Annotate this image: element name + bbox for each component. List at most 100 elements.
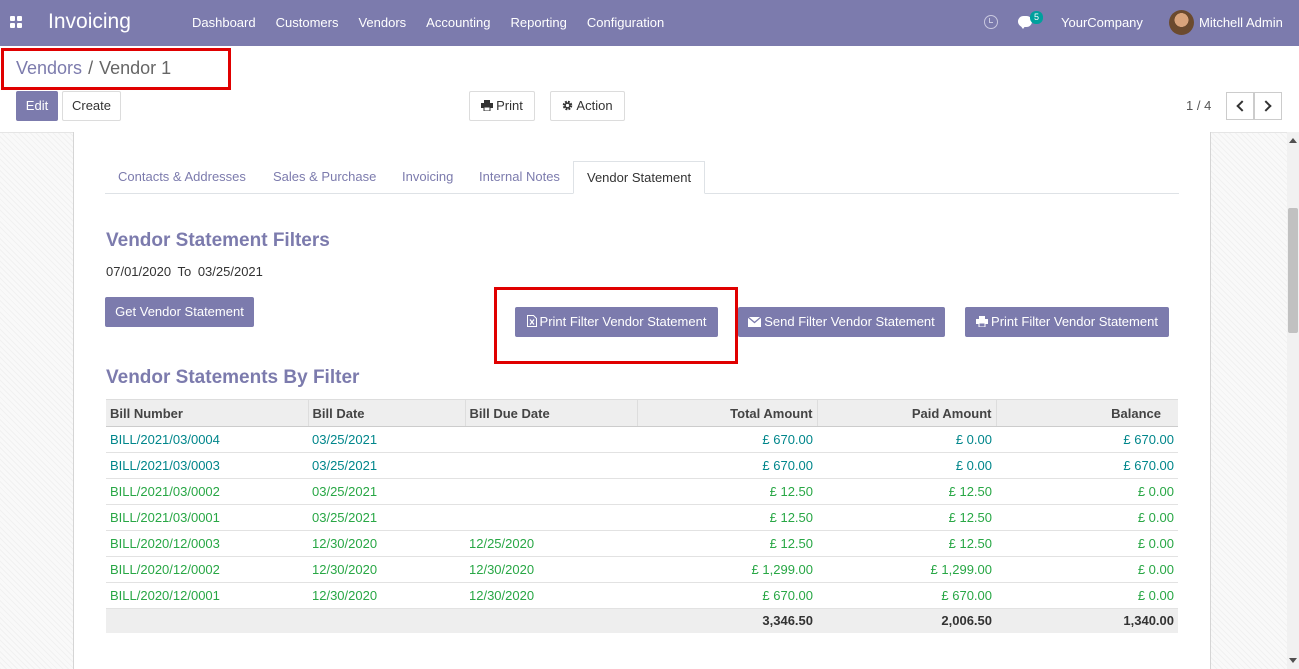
bill-date-cell: 03/25/2021	[308, 452, 465, 479]
action-label: Action	[576, 98, 613, 113]
balance-cell: £ 0.00	[996, 530, 1178, 557]
bill-due-date-cell: 12/25/2020	[465, 530, 637, 557]
top-navbar: Invoicing Dashboard Customers Vendors Ac…	[0, 0, 1299, 46]
bill-date-cell: 03/25/2021	[308, 426, 465, 453]
bill-due-date-cell	[465, 452, 637, 479]
totals-empty-cell	[465, 608, 637, 633]
chat-count-badge: 5	[1030, 11, 1044, 24]
bill-date-cell: 12/30/2020	[308, 530, 465, 557]
totals-empty-cell	[308, 608, 465, 633]
statements-section-title: Vendor Statements By Filter	[106, 367, 360, 388]
paid-amount-cell: £ 0.00	[817, 426, 996, 453]
bill-number-cell: BILL/2021/03/0001	[106, 504, 308, 531]
apps-menu-icon[interactable]	[10, 16, 22, 28]
balance-cell: £ 670.00	[996, 426, 1178, 453]
total-amount-cell: £ 670.00	[637, 582, 817, 609]
column-bill-number[interactable]: Bill Number	[106, 399, 309, 427]
breadcrumb-highlight-box	[1, 48, 231, 90]
activity-clock-icon[interactable]	[984, 15, 998, 29]
total-amount-sum: 3,346.50	[637, 608, 817, 633]
scroll-up-arrow-icon[interactable]	[1289, 138, 1297, 143]
tab-invoicing[interactable]: Invoicing	[389, 161, 466, 194]
menu-configuration[interactable]: Configuration	[577, 0, 674, 46]
bill-date-cell: 03/25/2021	[308, 504, 465, 531]
company-switcher[interactable]: YourCompany	[1061, 0, 1143, 46]
column-paid-amount[interactable]: Paid Amount	[817, 399, 997, 427]
chevron-right-icon	[1260, 100, 1272, 112]
table-row[interactable]: BILL/2020/12/0002 12/30/2020 12/30/2020 £ 1…	[106, 556, 1178, 583]
paid-amount-cell: £ 0.00	[817, 452, 996, 479]
totals-empty-cell	[106, 608, 308, 633]
menu-accounting[interactable]: Accounting	[416, 0, 500, 46]
bill-date-cell: 12/30/2020	[308, 556, 465, 583]
app-title[interactable]: Invoicing	[48, 10, 131, 34]
date-to-field[interactable]: 03/25/2021	[198, 264, 263, 279]
bill-due-date-cell: 12/30/2020	[465, 582, 637, 609]
total-amount-cell: £ 670.00	[637, 426, 817, 453]
paid-amount-cell: £ 12.50	[817, 478, 996, 505]
send-filter-statement-label: Send Filter Vendor Statement	[764, 314, 935, 329]
scroll-down-arrow-icon[interactable]	[1289, 658, 1297, 663]
bill-due-date-cell	[465, 504, 637, 531]
balance-sum: 1,340.00	[996, 608, 1178, 633]
bill-date-cell: 12/30/2020	[308, 582, 465, 609]
table-row[interactable]: BILL/2021/03/0002 03/25/2021 £ 12.50 £ 12.5…	[106, 478, 1178, 505]
tab-contacts-addresses[interactable]: Contacts & Addresses	[105, 161, 259, 194]
menu-customers[interactable]: Customers	[266, 0, 349, 46]
table-row[interactable]: BILL/2020/12/0003 12/30/2020 12/25/2020 £ 1…	[106, 530, 1178, 557]
paid-amount-cell: £ 670.00	[817, 582, 996, 609]
print-filter-pdf-button[interactable]: Print Filter Vendor Statement	[965, 307, 1169, 337]
menu-reporting[interactable]: Reporting	[501, 0, 577, 46]
date-from-field[interactable]: 07/01/2020	[106, 264, 171, 279]
pager-previous-button[interactable]	[1226, 92, 1254, 120]
table-row[interactable]: BILL/2021/03/0004 03/25/2021 £ 670.00 £ 0.0…	[106, 426, 1178, 453]
edit-button[interactable]: Edit	[16, 91, 58, 121]
table-row[interactable]: BILL/2021/03/0003 03/25/2021 £ 670.00 £ 0.0…	[106, 452, 1178, 479]
balance-cell: £ 0.00	[996, 504, 1178, 531]
chevron-left-icon	[1236, 100, 1248, 112]
print-dropdown-button[interactable]: Print	[469, 91, 535, 121]
envelope-icon	[748, 317, 762, 327]
balance-cell: £ 0.00	[996, 556, 1178, 583]
table-totals-row: 3,346.50 2,006.50 1,340.00	[106, 608, 1178, 633]
send-filter-statement-button[interactable]: Send Filter Vendor Statement	[738, 307, 945, 337]
total-amount-cell: £ 12.50	[637, 478, 817, 505]
menu-dashboard[interactable]: Dashboard	[182, 0, 266, 46]
column-balance[interactable]: Balance	[996, 399, 1178, 427]
menu-vendors[interactable]: Vendors	[348, 0, 416, 46]
print-button-highlight-box	[494, 287, 738, 364]
print-filter-pdf-label: Print Filter Vendor Statement	[991, 314, 1158, 329]
column-bill-due-date[interactable]: Bill Due Date	[465, 399, 638, 427]
bill-due-date-cell	[465, 426, 637, 453]
tab-vendor-statement[interactable]: Vendor Statement	[573, 161, 706, 194]
table-header-row: Bill Number Bill Date Bill Due Date Tota…	[106, 399, 1178, 427]
scrollbar-thumb[interactable]	[1288, 208, 1298, 333]
user-avatar[interactable]	[1169, 10, 1194, 35]
bill-number-cell: BILL/2021/03/0002	[106, 478, 308, 505]
table-row[interactable]: BILL/2021/03/0001 03/25/2021 £ 12.50 £ 12.5…	[106, 504, 1178, 531]
date-to-label: To	[177, 264, 192, 279]
print-icon	[481, 100, 494, 111]
date-range: 07/01/2020 To 03/25/2021	[106, 264, 266, 279]
total-amount-cell: £ 12.50	[637, 530, 817, 557]
paid-amount-cell: £ 1,299.00	[817, 556, 996, 583]
tab-internal-notes[interactable]: Internal Notes	[466, 161, 573, 194]
create-button[interactable]: Create	[62, 91, 121, 121]
tab-sales-purchase[interactable]: Sales & Purchase	[260, 161, 389, 194]
column-bill-date[interactable]: Bill Date	[308, 399, 466, 427]
total-amount-cell: £ 670.00	[637, 452, 817, 479]
vendor-statements-table: Bill Number Bill Date Bill Due Date Tota…	[106, 399, 1178, 633]
pager-value[interactable]: 1 / 4	[1186, 98, 1211, 113]
bill-date-cell: 03/25/2021	[308, 478, 465, 505]
bill-number-cell: BILL/2020/12/0003	[106, 530, 308, 557]
bill-due-date-cell: 12/30/2020	[465, 556, 637, 583]
column-total-amount[interactable]: Total Amount	[637, 399, 818, 427]
pager-next-button[interactable]	[1254, 92, 1282, 120]
user-menu[interactable]: Mitchell Admin	[1199, 0, 1283, 46]
action-dropdown-button[interactable]: Action	[550, 91, 625, 121]
print-label: Print	[496, 98, 523, 113]
get-vendor-statement-button[interactable]: Get Vendor Statement	[105, 297, 254, 327]
table-row[interactable]: BILL/2020/12/0001 12/30/2020 12/30/2020 £ 6…	[106, 582, 1178, 609]
bill-number-cell: BILL/2020/12/0002	[106, 556, 308, 583]
balance-cell: £ 0.00	[996, 582, 1178, 609]
